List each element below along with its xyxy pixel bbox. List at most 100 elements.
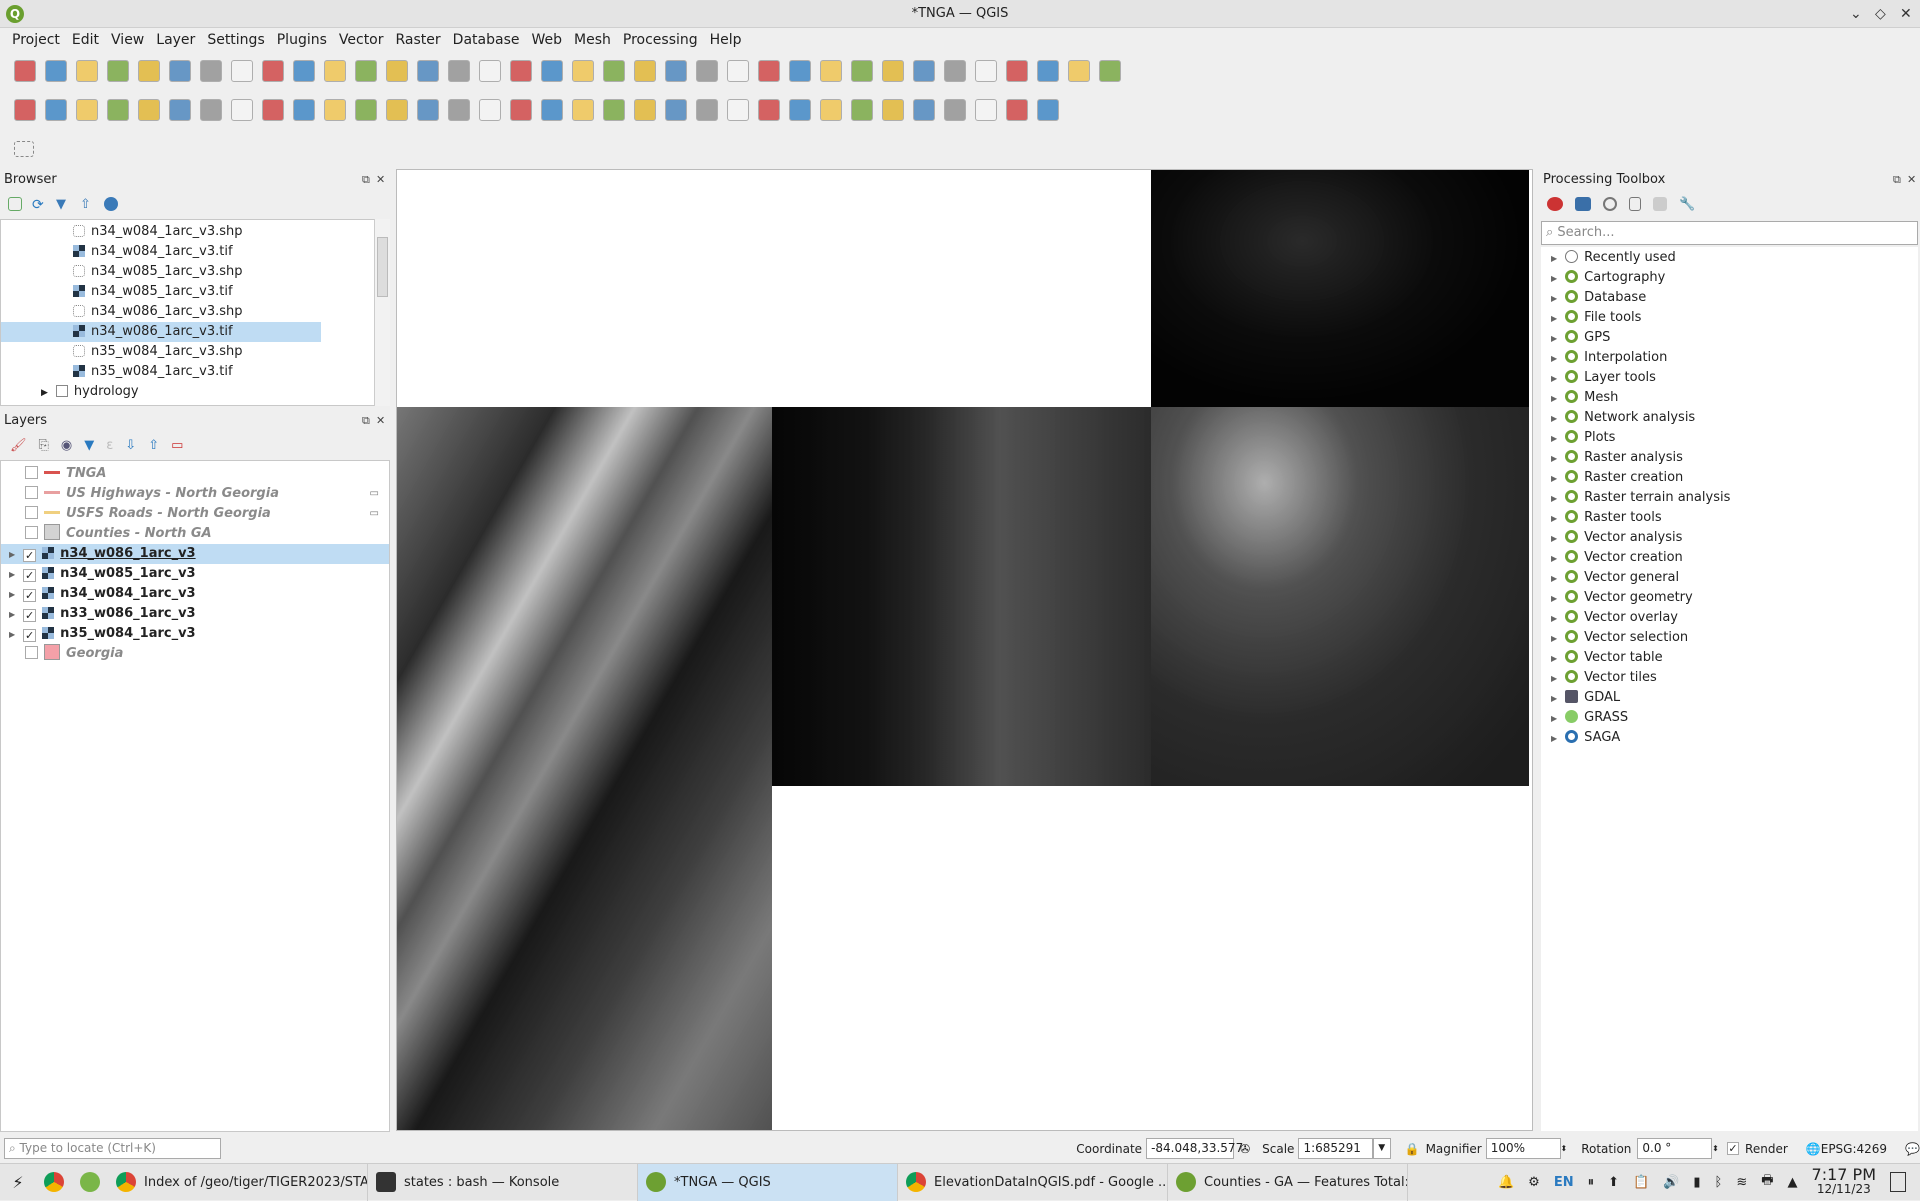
toolbar-tool-icon[interactable] [14,99,36,121]
toolbar-tool-icon[interactable] [169,60,191,82]
browser-item[interactable]: n34_w084_1arc_v3.shp [1,222,321,242]
toolbar-tool-icon[interactable] [975,99,997,121]
menu-mesh[interactable]: Mesh [568,32,617,48]
rotation-spinner-icon[interactable]: ⬍ [1712,1144,1719,1153]
expand-arrow-icon[interactable]: ▶ [1551,314,1557,323]
toolbar-tool-icon[interactable] [758,60,780,82]
toggle-extents-icon[interactable]: ✇ [1240,1142,1250,1156]
menu-settings[interactable]: Settings [201,32,270,48]
layer-item[interactable]: ▶ ✓ n35_w084_1arc_v3 [1,624,389,644]
toolbar-tool-icon[interactable] [1037,60,1059,82]
toolbox-provider-layer-tools[interactable]: ▶ Layer tools [1541,368,1918,388]
messages-icon[interactable]: 💬 [1905,1142,1920,1156]
taskbar-task[interactable]: states : bash — Konsole [368,1163,638,1201]
toolbar-tool-icon[interactable] [696,60,718,82]
toolbar-tool-icon[interactable] [944,60,966,82]
browser-item[interactable]: n34_w086_1arc_v3.shp [1,302,321,322]
layer-visibility-checkbox[interactable]: ✓ [23,629,37,642]
info-icon[interactable] [104,197,118,211]
toolbar-tool-icon[interactable] [45,99,67,121]
toolbox-provider-vector-creation[interactable]: ▶ Vector creation [1541,548,1918,568]
toolbar-tool-icon[interactable] [386,60,408,82]
expand-arrow-icon[interactable]: ▶ [1551,554,1557,563]
browser-item[interactable]: n35_w084_1arc_v3.shp [1,342,321,362]
toolbox-provider-gdal[interactable]: ▶ GDAL [1541,688,1918,708]
toolbar-tool-icon[interactable] [727,99,749,121]
python-scripts-icon[interactable] [1575,197,1591,211]
updates-icon[interactable]: ⚙ [1528,1175,1540,1190]
scale-dropdown-icon[interactable]: ▼ [1373,1138,1391,1159]
clock[interactable]: 7:17 PM 12/11/23 [1812,1167,1876,1197]
layer-visibility-checkbox[interactable] [25,486,38,499]
expand-arrow-icon[interactable]: ▶ [1551,574,1557,583]
media-pause-icon[interactable]: ⏸ [1588,1175,1595,1190]
expand-arrow-icon[interactable]: ▶ [1551,714,1557,723]
toolbar-tool-icon[interactable] [448,99,470,121]
layer-visibility-checkbox[interactable] [25,526,38,539]
expand-arrow-icon[interactable]: ▶ [1551,434,1557,443]
menu-view[interactable]: View [105,32,150,48]
toolbar-tool-icon[interactable] [1037,99,1059,121]
layer-item[interactable]: Counties - North GA [1,524,389,544]
menu-vector[interactable]: Vector [333,32,390,48]
toolbox-provider-vector-analysis[interactable]: ▶ Vector analysis [1541,528,1918,548]
expand-arrow-icon[interactable]: ▶ [1551,534,1557,543]
toolbar-tool-icon[interactable] [634,60,656,82]
coordinate-field[interactable]: -84.048,33.577 [1146,1138,1243,1159]
toolbox-provider-file-tools[interactable]: ▶ File tools [1541,308,1918,328]
toolbar-tool-icon[interactable] [944,99,966,121]
render-checkbox[interactable]: ✓ [1726,1142,1740,1155]
expand-arrow-icon[interactable]: ▶ [1551,354,1557,363]
toolbar-tool-icon[interactable] [572,60,594,82]
toolbar-tool-icon[interactable] [76,99,98,121]
expand-arrow-icon[interactable]: ▶ [9,550,15,559]
toolbar-tool-icon[interactable] [851,60,873,82]
toolbar-tool-icon[interactable] [727,60,749,82]
remove-layer-icon[interactable]: ▭ [171,438,183,453]
expand-arrow-icon[interactable]: ▶ [1551,634,1557,643]
toolbar-tool-icon[interactable] [820,60,842,82]
toolbar-tool-icon[interactable] [262,99,284,121]
filter-icon[interactable]: ▼ [56,197,70,212]
browser-item[interactable]: n34_w085_1arc_v3.shp [1,262,321,282]
toolbar-tool-icon[interactable] [1068,60,1090,82]
toolbar-tool-icon[interactable] [293,99,315,121]
toolbox-provider-raster-analysis[interactable]: ▶ Raster analysis [1541,448,1918,468]
layer-visibility-checkbox[interactable] [25,466,38,479]
tray-expand-icon[interactable]: ▲ [1788,1175,1798,1190]
toolbar-tool-icon[interactable] [355,99,377,121]
toolbar-tool-icon[interactable] [882,99,904,121]
toolbar-tool-icon[interactable] [665,60,687,82]
layer-item[interactable]: ▶ ✓ n34_w086_1arc_v3 [1,544,389,564]
toolbox-provider-plots[interactable]: ▶ Plots [1541,428,1918,448]
expand-arrow-icon[interactable]: ▶ [1551,474,1557,483]
expand-arrow-icon[interactable]: ▶ [9,570,15,579]
menu-project[interactable]: Project [6,32,66,48]
toolbar-tool-icon[interactable] [758,99,780,121]
magnifier-field[interactable]: 100% [1485,1138,1561,1159]
expand-arrow-icon[interactable]: ▶ [1551,594,1557,603]
expand-arrow-icon[interactable]: ▶ [41,388,48,398]
toolbox-provider-raster-tools[interactable]: ▶ Raster tools [1541,508,1918,528]
layer-item[interactable]: ▶ ✓ n34_w085_1arc_v3 [1,564,389,584]
toolbar-tool-icon[interactable] [448,60,470,82]
embedded-indicator-icon[interactable]: ▭ [370,504,379,524]
printer-icon[interactable]: 🖶 [1761,1171,1773,1193]
expand-arrow-icon[interactable]: ▶ [9,630,15,639]
toolbar-tool-icon[interactable] [696,99,718,121]
map-canvas[interactable] [396,169,1533,1131]
layer-visibility-checkbox[interactable] [25,506,38,519]
toolbar-tool-icon[interactable] [882,60,904,82]
clipboard-icon[interactable]: 📋 [1633,1175,1649,1190]
chrome-pinned-icon[interactable] [44,1172,64,1192]
toolbar-tool-icon[interactable] [1006,99,1028,121]
browser-item[interactable]: n35_w084_1arc_v3.tif [1,362,321,382]
layer-visibility-checkbox[interactable]: ✓ [23,549,37,562]
toolbar-tool-icon[interactable] [76,60,98,82]
toolbar-tool-icon[interactable] [851,99,873,121]
magnifier-spinner-icon[interactable]: ⬍ [1561,1144,1568,1153]
toolbox-provider-grass[interactable]: ▶ GRASS [1541,708,1918,728]
crs-button[interactable]: EPSG:4269 [1821,1142,1887,1156]
expand-all-icon[interactable]: ⇩ [125,438,136,453]
toolbar-tool-icon[interactable] [293,60,315,82]
